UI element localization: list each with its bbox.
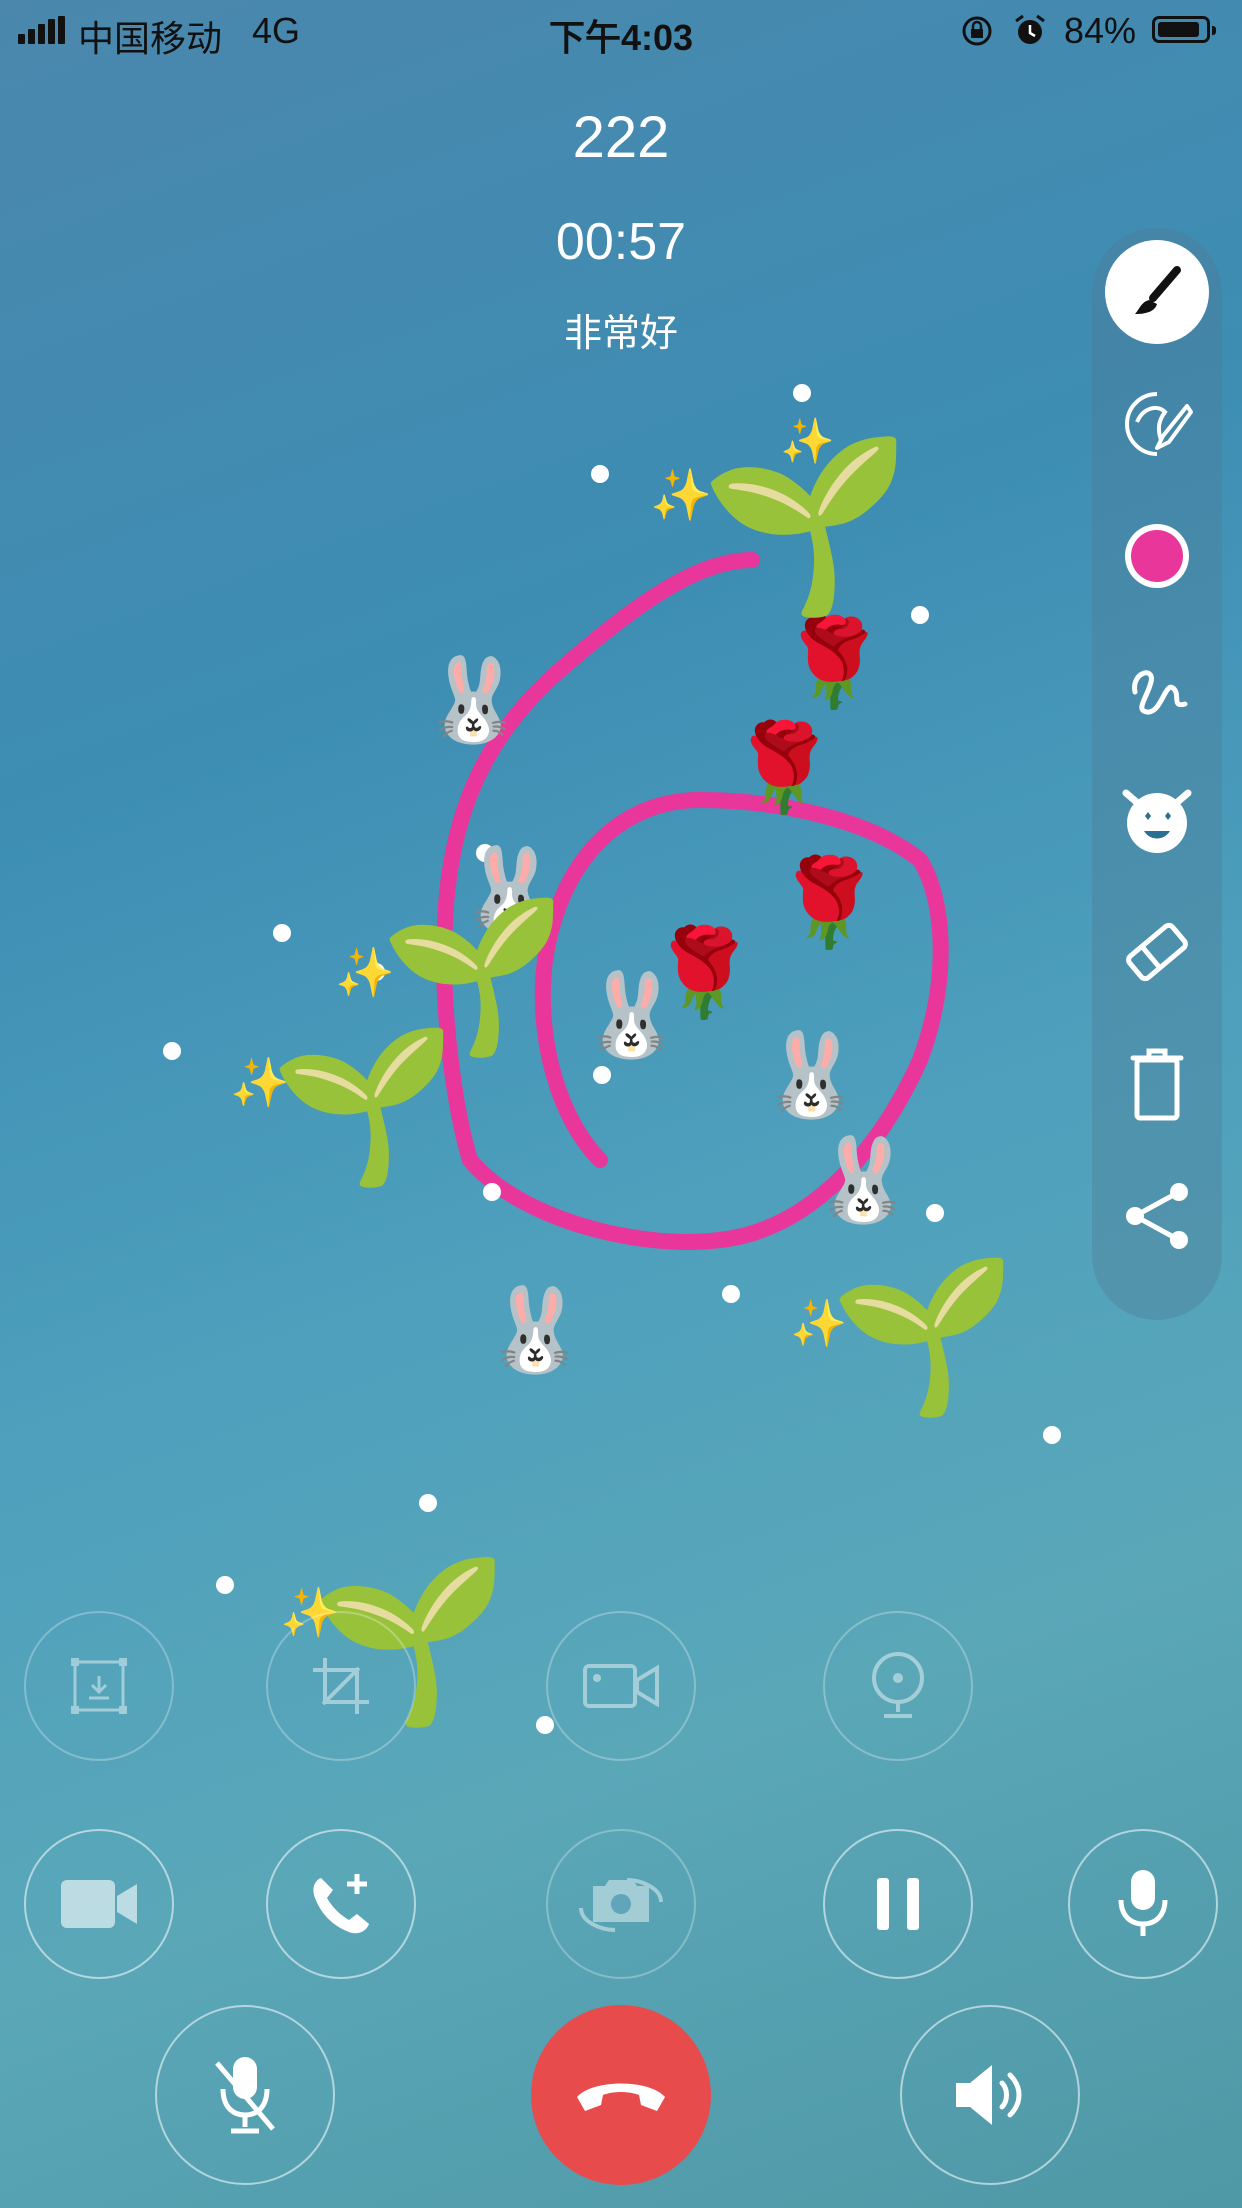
drawing-toolbar bbox=[1092, 228, 1222, 1320]
pause-button[interactable] bbox=[823, 1829, 973, 1979]
crop-icon bbox=[313, 1658, 369, 1714]
microphone-icon bbox=[1118, 1870, 1168, 1936]
brush-tool-button[interactable] bbox=[1105, 240, 1209, 344]
video-button[interactable] bbox=[24, 1829, 174, 1979]
microphone-button[interactable] bbox=[1068, 1829, 1218, 1979]
eraser-tool-button[interactable] bbox=[1105, 900, 1209, 1004]
sparkle-sticker[interactable]: ✨ bbox=[335, 950, 395, 998]
scribble-tool-button[interactable] bbox=[1105, 636, 1209, 740]
color-picker-button[interactable] bbox=[1105, 504, 1209, 608]
screenshot-button[interactable] bbox=[24, 1611, 174, 1761]
bunny-sticker[interactable]: 🐰 bbox=[760, 1035, 862, 1117]
share-tool-button[interactable] bbox=[1105, 1164, 1209, 1268]
switch-camera-button[interactable] bbox=[546, 1829, 696, 1979]
sprout-sticker[interactable]: 🌱 bbox=[830, 1260, 1017, 1410]
hangup-icon bbox=[577, 2083, 665, 2111]
scribble-icon bbox=[1132, 670, 1188, 715]
video-record-icon bbox=[583, 1664, 659, 1708]
video-icon bbox=[61, 1880, 137, 1928]
trash-icon bbox=[1130, 1048, 1184, 1121]
screenshot-icon bbox=[71, 1658, 127, 1714]
clear-tool-button[interactable] bbox=[1105, 1032, 1209, 1136]
video-record-button[interactable] bbox=[546, 1611, 696, 1761]
bunny-sticker[interactable]: 🐰 bbox=[484, 1290, 586, 1372]
bunny-sticker[interactable]: 🐰 bbox=[422, 660, 524, 742]
webcam-button[interactable] bbox=[823, 1611, 973, 1761]
emoji-face-icon bbox=[1122, 789, 1192, 853]
add-call-button[interactable] bbox=[266, 1829, 416, 1979]
share-icon bbox=[1126, 1183, 1188, 1249]
mute-button[interactable] bbox=[155, 2005, 335, 2185]
rose-sticker[interactable]: 🌹 bbox=[650, 930, 757, 1016]
hangup-button[interactable] bbox=[531, 2005, 711, 2185]
sparkle-sticker[interactable]: ✨ bbox=[780, 420, 835, 464]
webcam-icon bbox=[872, 1652, 924, 1718]
rose-sticker[interactable]: 🌹 bbox=[775, 860, 882, 946]
sticker-tool-button[interactable] bbox=[1105, 768, 1209, 872]
speaker-icon bbox=[956, 2065, 1022, 2125]
sprout-sticker[interactable]: 🌱 bbox=[270, 1030, 457, 1180]
color-dot-icon bbox=[1125, 524, 1189, 588]
rose-sticker[interactable]: 🌹 bbox=[730, 725, 837, 811]
mute-icon bbox=[215, 2057, 275, 2134]
rose-sticker[interactable]: 🌹 bbox=[780, 620, 887, 706]
sparkle-sticker[interactable]: ✨ bbox=[230, 1060, 290, 1108]
crop-button[interactable] bbox=[266, 1611, 416, 1761]
sparkle-sticker[interactable]: ✨ bbox=[650, 470, 712, 520]
eraser-icon bbox=[1126, 922, 1188, 982]
add-call-icon bbox=[313, 1874, 369, 1934]
speaker-button[interactable] bbox=[900, 2005, 1080, 2185]
face-beauty-icon bbox=[1125, 392, 1193, 456]
switch-camera-icon bbox=[579, 1878, 663, 1932]
beauty-tool-button[interactable] bbox=[1105, 372, 1209, 476]
brush-icon bbox=[1135, 266, 1181, 314]
bunny-sticker[interactable]: 🐰 bbox=[812, 1140, 914, 1222]
pause-icon bbox=[877, 1878, 919, 1930]
sparkle-sticker[interactable]: ✨ bbox=[790, 1300, 847, 1346]
